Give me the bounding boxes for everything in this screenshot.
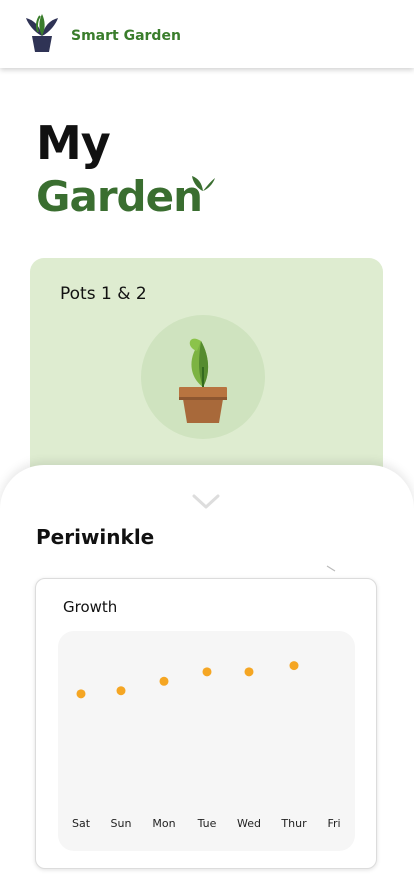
x-tick-label: Sun xyxy=(111,817,132,830)
growth-data-point[interactable] xyxy=(289,661,299,671)
sprout-icon xyxy=(192,176,215,191)
growth-chart-area: Sat Sun Mon Tue Wed Thur Fri xyxy=(58,631,355,851)
growth-chart-card[interactable]: Growth Sat Sun Mon Tue Wed Thur Fri xyxy=(35,578,377,869)
scroll-indicator-icon xyxy=(326,565,336,572)
app-header: Smart Garden xyxy=(0,0,414,68)
x-tick-label: Wed xyxy=(237,817,261,830)
pot-image-circle xyxy=(141,315,265,439)
x-tick-label: Sat xyxy=(72,817,91,830)
growth-data-point[interactable] xyxy=(76,689,86,699)
x-tick-label: Tue xyxy=(197,817,217,830)
growth-data-point[interactable] xyxy=(244,667,254,677)
page-title-line-1: My xyxy=(36,116,111,170)
x-tick-label: Fri xyxy=(327,817,340,830)
plant-detail-sheet[interactable]: Periwinkle Growth Sat Sun Mon Tue Wed Thur Fri xyxy=(0,465,414,896)
pot-card-title: Pots 1 & 2 xyxy=(60,284,147,304)
potted-plant-icon xyxy=(179,338,227,423)
app-title: Smart Garden xyxy=(71,28,181,44)
x-tick-label: Thur xyxy=(280,817,307,830)
page-title-line-2: Garden xyxy=(36,172,203,221)
growth-data-point[interactable] xyxy=(159,676,169,686)
x-tick-label: Mon xyxy=(152,817,175,830)
growth-data-point[interactable] xyxy=(202,667,212,677)
plant-name: Periwinkle xyxy=(36,525,155,549)
chevron-down-icon[interactable] xyxy=(191,493,221,511)
growth-data-point[interactable] xyxy=(116,686,126,696)
plant-pot-logo-icon[interactable] xyxy=(22,12,62,54)
growth-chart-title: Growth xyxy=(63,598,118,616)
growth-chart: Sat Sun Mon Tue Wed Thur Fri xyxy=(72,661,341,830)
